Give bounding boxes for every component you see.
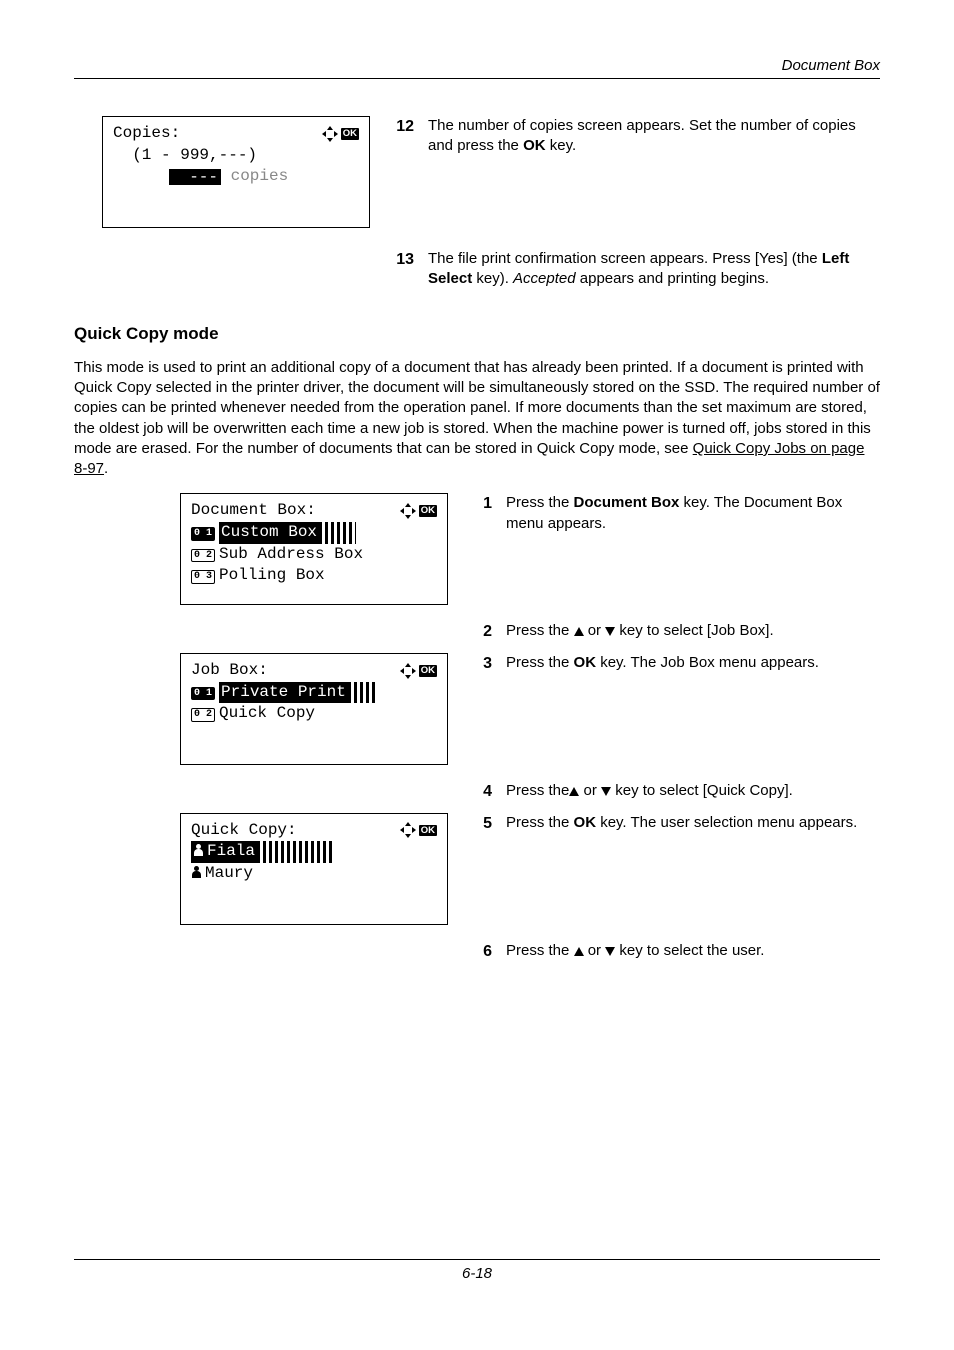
down-triangle-icon (601, 787, 611, 796)
quick-copy-heading: Quick Copy mode (74, 323, 880, 346)
lcd-jobbox-item-1: 0 1Private Print (191, 682, 437, 704)
step-6-text: Press the or key to select the user. (506, 941, 880, 963)
nav-ok-icon: OK (401, 664, 437, 678)
step-12-text: The number of copies screen appears. Set… (428, 116, 880, 157)
step-5-text: Press the OK key. The user selection men… (506, 813, 880, 835)
user-icon (193, 844, 204, 856)
lcd-copies-title: Copies: (113, 123, 180, 145)
lcd-jobbox-item-2: 0 2Quick Copy (191, 703, 437, 725)
nav-ok-icon: OK (401, 823, 437, 837)
step-12-num: 12 (390, 116, 414, 157)
step-1-num: 1 (468, 493, 492, 534)
step-13-text: The file print confirmation screen appea… (428, 249, 880, 290)
lcd-copies: Copies: OK (1 - 999,---) --- copies (102, 116, 370, 228)
step-4-num: 4 (468, 781, 492, 803)
nav-ok-icon: OK (323, 127, 359, 141)
step-2-num: 2 (468, 621, 492, 643)
lcd-jobbox-title: Job Box: (191, 660, 268, 682)
lcd-quick-title: Quick Copy: (191, 820, 297, 842)
nav-ok-icon: OK (401, 504, 437, 518)
lcd-docbox-item-3: 0 3Polling Box (191, 565, 437, 587)
copies-unit: copies (221, 166, 288, 188)
down-triangle-icon (605, 627, 615, 636)
step-5-num: 5 (468, 813, 492, 835)
step-3-text: Press the OK key. The Job Box menu appea… (506, 653, 880, 675)
lcd-job-box: Job Box: OK 0 1Private Print 0 2Quick Co… (180, 653, 448, 765)
up-triangle-icon (574, 947, 584, 956)
dpad-icon (401, 504, 415, 518)
lcd-docbox-title: Document Box: (191, 500, 316, 522)
dpad-icon (323, 127, 337, 141)
lcd-docbox-item-2: 0 2Sub Address Box (191, 544, 437, 566)
dpad-icon (401, 664, 415, 678)
ok-icon: OK (419, 665, 437, 677)
step-2-text: Press the or key to select [Job Box]. (506, 621, 880, 643)
lcd-quick-copy: Quick Copy: OK Fiala Maury (180, 813, 448, 925)
quick-copy-paragraph: This mode is used to print an additional… (74, 358, 880, 480)
up-triangle-icon (569, 787, 579, 796)
step-6-num: 6 (468, 941, 492, 963)
header-section: Document Box (782, 56, 880, 76)
value-highlight: --- (169, 169, 221, 185)
page-number: 6-18 (0, 1264, 954, 1284)
lcd-copies-value-row: --- copies (113, 166, 359, 188)
lcd-copies-range: (1 - 999,---) (113, 145, 359, 167)
header-rule (74, 78, 880, 79)
step-1-text: Press the Document Box key. The Document… (506, 493, 880, 534)
step-13-num: 13 (390, 249, 414, 290)
user-icon (191, 866, 202, 878)
ok-icon: OK (419, 505, 437, 517)
step-4-text: Press the or key to select [Quick Copy]. (506, 781, 880, 803)
up-triangle-icon (574, 627, 584, 636)
ok-icon: OK (341, 128, 359, 140)
ok-icon: OK (419, 825, 437, 837)
dpad-icon (401, 823, 415, 837)
down-triangle-icon (605, 947, 615, 956)
lcd-docbox-item-1: 0 1Custom Box (191, 522, 437, 544)
lcd-document-box: Document Box: OK 0 1Custom Box 0 2Sub Ad… (180, 493, 448, 605)
lcd-quick-user-1: Fiala (191, 841, 437, 863)
step-3-num: 3 (468, 653, 492, 675)
footer-rule (74, 1259, 880, 1260)
lcd-quick-user-2: Maury (191, 863, 437, 885)
